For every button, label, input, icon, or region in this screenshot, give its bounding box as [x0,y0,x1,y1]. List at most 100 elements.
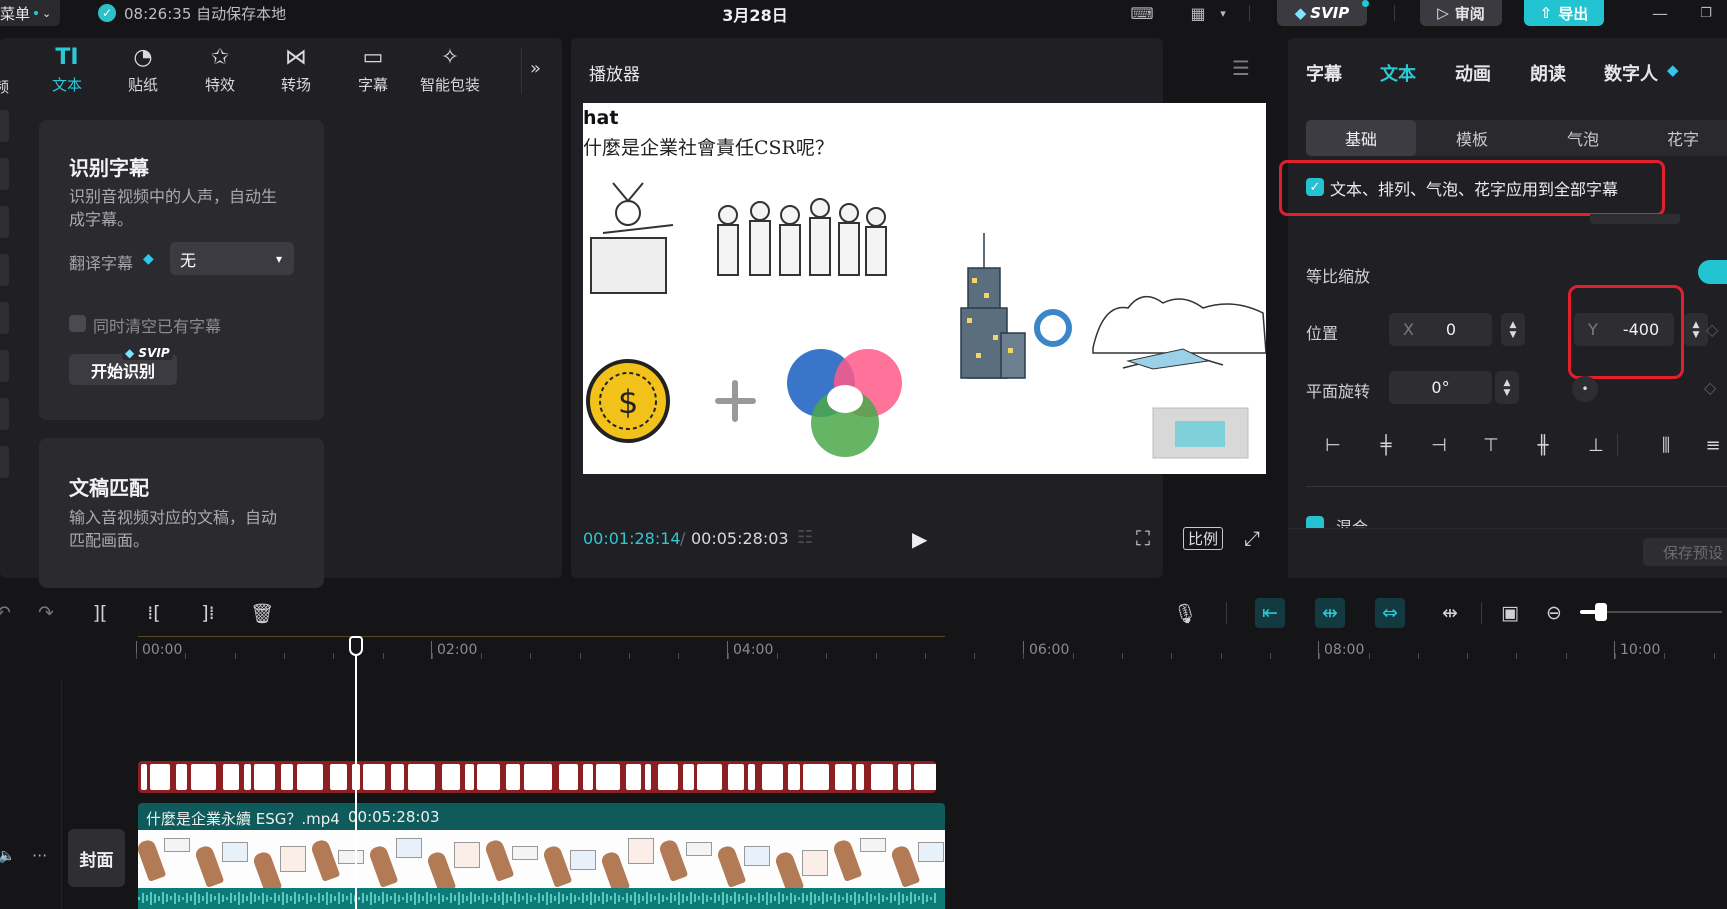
category-tab[interactable] [0,398,9,430]
subtitle-segment[interactable] [835,764,852,790]
play-icon[interactable]: ▶ [912,527,936,551]
subtitle-segment[interactable] [914,764,936,790]
subtitle-segment[interactable] [596,764,620,790]
layout-chevron-icon[interactable]: ▾ [1216,3,1230,23]
subtab-fancy-text[interactable]: 花字 [1639,120,1727,156]
subtitle-segment[interactable] [645,764,651,790]
export-button[interactable]: ⇧ 导出 [1524,0,1604,26]
rotation-field[interactable]: 0° [1389,371,1492,404]
translate-language-select[interactable]: 无 ▾ [170,242,294,275]
aspect-ratio-button[interactable]: 比例 [1183,527,1224,550]
screenshot-frame-icon[interactable]: ⛶ [1136,526,1150,550]
position-y-stepper[interactable]: ▲ ▼ [1684,313,1708,346]
track-mute-icon[interactable]: 🔈 [0,848,15,864]
subtitle-segment[interactable] [363,764,385,790]
split-preview-icon[interactable]: ⇹ [1435,598,1465,628]
keyframe-icon[interactable]: ◇ [1706,320,1718,339]
playhead-line[interactable] [355,648,357,909]
video-preview[interactable]: $ hat 什麼是企業社會責任CSR呢？ [583,103,1266,474]
subtitle-segment[interactable] [465,764,474,790]
svip-button[interactable]: ◆ SVIP [1277,0,1367,26]
layout-icon[interactable]: ▦ [1186,3,1210,23]
subtitle-segment[interactable] [391,764,404,790]
playhead-handle[interactable] [349,636,363,656]
uniform-scale-toggle[interactable] [1698,260,1727,284]
tab-sticker[interactable]: ◔ 贴纸 [108,42,178,98]
tab-read-aloud[interactable]: 朗读 [1530,60,1566,86]
subtitle-segment[interactable] [856,764,864,790]
subtitle-segment[interactable] [697,764,722,790]
align-top-icon[interactable]: ⊤ [1478,432,1504,458]
subtitle-segment[interactable] [524,764,552,790]
subtitle-segment[interactable] [244,764,251,790]
subtitle-segment[interactable] [176,764,187,790]
main-menu-button[interactable]: 菜单 ⌄ [0,0,60,26]
clear-existing-checkbox[interactable] [69,315,86,332]
subtitle-segment[interactable] [871,764,893,790]
subtitle-segment[interactable] [559,764,578,790]
subtitle-segment[interactable] [442,764,460,790]
fullscreen-icon[interactable]: ⤢ [1244,526,1260,550]
tab-effects[interactable]: ✩ 特效 [185,42,255,98]
subtitle-segment[interactable] [583,764,593,790]
subtab-template[interactable]: 模板 [1417,120,1527,156]
trim-right-icon[interactable]: ]⁞ [193,598,223,628]
review-button[interactable]: ▷ 审阅 [1420,0,1502,26]
subtitle-segment[interactable] [728,764,744,790]
double-chevron-right-icon[interactable]: » [530,58,541,79]
tab-digital-human[interactable]: 数字人 [1604,60,1658,86]
rotation-stepper[interactable]: ▲ ▼ [1495,371,1519,404]
rotation-dial[interactable]: • [1572,376,1598,402]
category-tab[interactable] [0,302,9,334]
category-tab[interactable] [0,158,9,190]
tab-transition[interactable]: ⋈ 转场 [261,42,331,98]
subtitle-segment[interactable] [788,764,800,790]
subtitle-segment[interactable] [330,764,347,790]
subtitle-segment[interactable] [748,764,755,790]
subtitle-segment[interactable] [626,764,641,790]
keyboard-icon[interactable]: ⌨ [1130,3,1154,23]
redo-icon[interactable]: ↷ [31,598,61,628]
preview-axis-icon[interactable]: ▣ [1495,598,1525,628]
subtitle-segment[interactable] [281,764,293,790]
position-x-field[interactable]: X 0 [1389,313,1492,346]
minimize-icon[interactable]: — [1648,3,1672,23]
subtab-basic[interactable]: 基础 [1306,120,1416,156]
subtitle-segment[interactable] [254,764,275,790]
distribute-v-icon[interactable]: ≡ [1700,432,1726,458]
align-right-icon[interactable]: ⊣ [1426,432,1452,458]
tab-text-inspector[interactable]: 文本 [1380,60,1416,86]
subtitle-segment[interactable] [762,764,783,790]
zoom-slider-handle[interactable] [1595,603,1607,621]
keyframe-icon[interactable]: ◇ [1704,378,1716,397]
auto-snap-icon[interactable]: ⇹ [1315,598,1345,628]
tab-subtitle[interactable]: ▭ 字幕 [338,42,408,98]
subtitle-segment[interactable] [898,764,911,790]
subtitle-segment[interactable] [658,764,678,790]
subtitle-segment[interactable] [506,764,520,790]
subtitle-segment[interactable] [141,764,147,790]
maximize-icon[interactable]: ❐ [1694,3,1718,23]
more-icon[interactable]: ··· [32,846,47,865]
category-tab[interactable] [0,446,9,478]
tab-video-cut-label[interactable]: 频 [0,76,9,97]
align-left-icon[interactable]: ⊢ [1320,432,1346,458]
zoom-out-icon[interactable]: ⊖ [1539,598,1569,628]
delete-icon[interactable]: 🗑 [247,598,277,628]
subtitle-segment[interactable] [223,764,239,790]
subtitle-segment[interactable] [297,764,323,790]
category-tab[interactable] [0,350,9,382]
category-tab[interactable] [0,254,9,286]
category-tab[interactable] [0,110,9,142]
position-x-stepper[interactable]: ▲ ▼ [1501,313,1525,346]
cover-button[interactable]: 封面 [68,829,125,887]
distribute-h-icon[interactable]: ⫼ [1653,432,1679,458]
split-icon[interactable]: ][ [85,598,115,628]
subtitle-segment[interactable] [191,764,216,790]
undo-icon[interactable]: ↶ [0,598,18,628]
tab-subtitle-inspector[interactable]: 字幕 [1306,60,1342,86]
grid-icon[interactable]: ☷ [797,527,813,548]
subtitle-track[interactable] [138,761,936,793]
subtitle-segment[interactable] [477,764,500,790]
save-preset-button[interactable]: 保存预设 [1643,538,1727,566]
